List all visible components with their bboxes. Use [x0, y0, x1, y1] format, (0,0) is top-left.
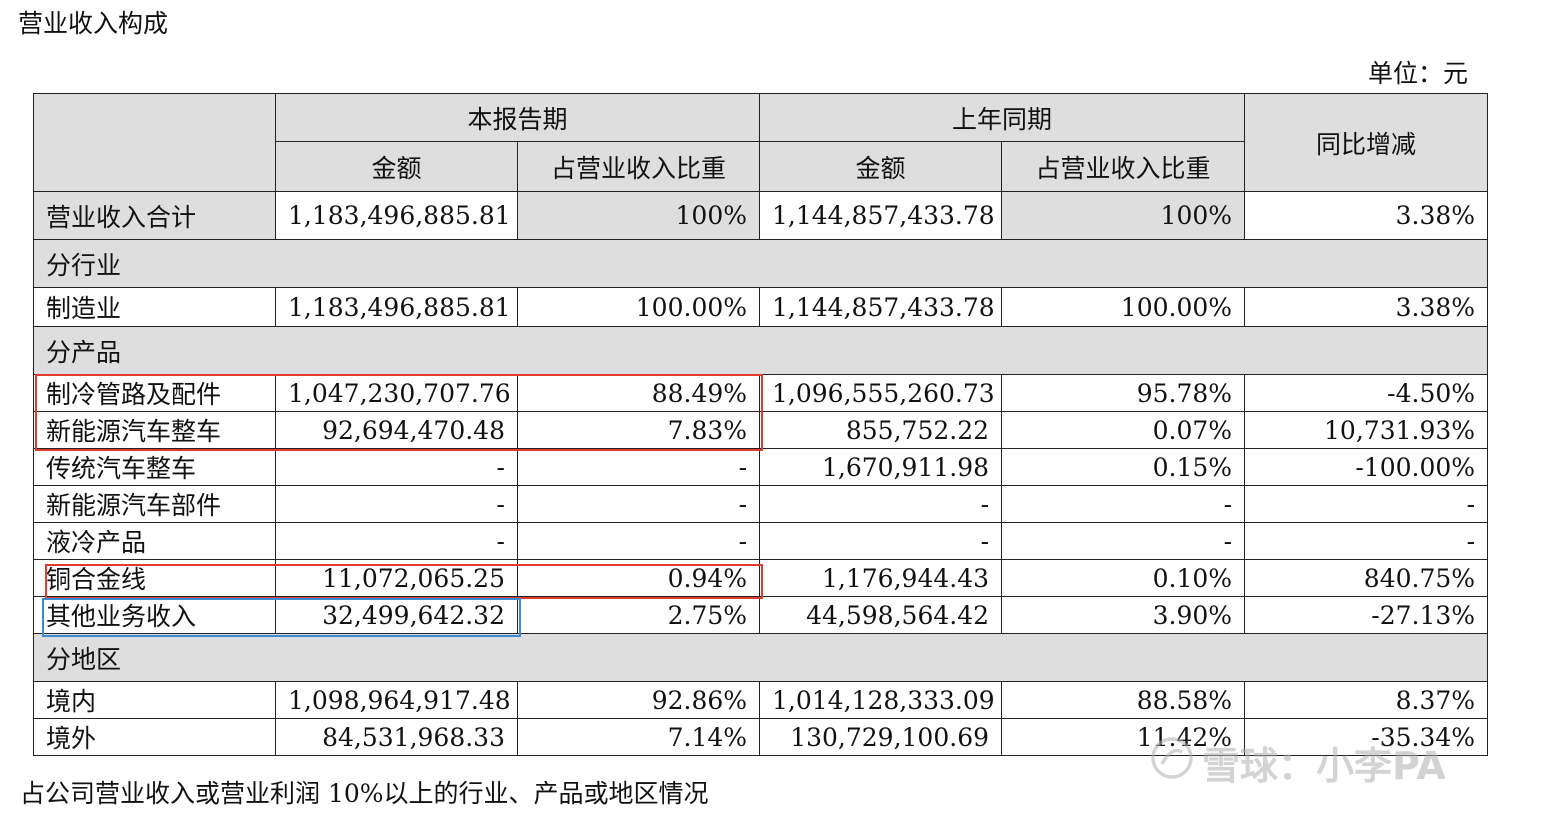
prior-amount-cell: 1,176,944.43	[759, 559, 1003, 597]
prior-amount-cell: 1,014,128,333.09	[759, 681, 1003, 719]
section-row-product: 分产品	[32, 326, 1489, 375]
yoy-cell: 840.75%	[1244, 559, 1489, 597]
header-prior-share: 占营业收入比重	[1001, 141, 1246, 192]
current-amount-cell: -	[275, 448, 518, 486]
current-share-cell: 100.00%	[516, 287, 761, 327]
row-label: 新能源汽车整车	[33, 411, 276, 449]
header-prior-amount: 金额	[759, 141, 1003, 192]
table-row: 其他业务收入 32,499,642.32 2.75% 44,598,564.42…	[33, 596, 1489, 634]
header-blank-cell	[33, 93, 276, 192]
header-current-share: 占营业收入比重	[516, 141, 761, 192]
prior-amount-cell: 44,598,564.42	[759, 596, 1003, 634]
current-share-cell: 2.75%	[516, 596, 761, 634]
table-row: 新能源汽车部件 - - - - -	[33, 485, 1489, 523]
current-share-cell: 92.86%	[516, 681, 761, 719]
current-amount-cell: 11,072,065.25	[275, 559, 518, 597]
yoy-cell: 3.38%	[1244, 191, 1489, 240]
row-label: 液冷产品	[33, 522, 276, 560]
current-share-cell: 7.83%	[516, 411, 761, 449]
prior-amount-cell: 1,670,911.98	[759, 448, 1003, 486]
row-label: 新能源汽车部件	[33, 485, 276, 523]
footnote: 占公司营业收入或营业利润 10%以上的行业、产品或地区情况	[20, 779, 709, 808]
prior-share-cell: 0.10%	[1001, 559, 1246, 597]
yoy-cell: -	[1244, 485, 1489, 523]
current-amount-cell: 92,694,470.48	[275, 411, 518, 449]
row-label: 制冷管路及配件	[33, 374, 276, 412]
prior-share-cell: 88.58%	[1001, 681, 1246, 719]
prior-amount-cell: 1,144,857,433.78	[759, 191, 1003, 240]
prior-amount-cell: -	[759, 485, 1003, 523]
section-row-region: 分地区	[32, 633, 1489, 682]
prior-share-cell: 100%	[1001, 191, 1246, 240]
yoy-cell: -27.13%	[1244, 596, 1489, 634]
current-amount-cell: 84,531,968.33	[275, 718, 518, 756]
table-row: 液冷产品 - - - - -	[33, 522, 1489, 560]
table-row: 铜合金线 11,072,065.25 0.94% 1,176,944.43 0.…	[33, 559, 1489, 597]
revenue-composition-table: 本报告期 上年同期 同比增减 金额 占营业收入比重 金额 占营业收入比重 营业收…	[32, 93, 1489, 756]
row-label: 传统汽车整车	[33, 448, 276, 486]
current-share-cell: -	[516, 448, 761, 486]
row-label: 境内	[33, 681, 276, 719]
section-label: 分地区	[32, 633, 1489, 682]
table-row: 制造业 1,183,496,885.81 100.00% 1,144,857,4…	[33, 287, 1489, 327]
yoy-cell: 10,731.93%	[1244, 411, 1489, 449]
prior-amount-cell: 1,096,555,260.73	[759, 374, 1003, 412]
current-share-cell: -	[516, 522, 761, 560]
snowball-logo-icon	[1150, 736, 1194, 789]
prior-amount-cell: 130,729,100.69	[759, 718, 1003, 756]
current-amount-cell: -	[275, 522, 518, 560]
table-row: 新能源汽车整车 92,694,470.48 7.83% 855,752.22 0…	[33, 411, 1489, 449]
prior-share-cell: -	[1001, 485, 1246, 523]
table-row: 制冷管路及配件 1,047,230,707.76 88.49% 1,096,55…	[33, 374, 1489, 412]
prior-share-cell: 95.78%	[1001, 374, 1246, 412]
prior-amount-cell: -	[759, 522, 1003, 560]
current-share-cell: 0.94%	[516, 559, 761, 597]
prior-share-cell: -	[1001, 522, 1246, 560]
row-label: 制造业	[33, 287, 276, 327]
current-amount-cell: 1,098,964,917.48	[275, 681, 518, 719]
watermark-text: 雪球：小李PA	[1202, 743, 1446, 788]
header-current-period: 本报告期	[274, 93, 761, 142]
current-share-cell: -	[516, 485, 761, 523]
current-amount-cell: 1,183,496,885.81	[275, 191, 518, 240]
prior-share-cell: 3.90%	[1001, 596, 1246, 634]
table-row-total: 营业收入合计 1,183,496,885.81 100% 1,144,857,4…	[33, 191, 1489, 240]
header-yoy: 同比增减	[1244, 93, 1489, 192]
prior-amount-cell: 855,752.22	[759, 411, 1003, 449]
header-prior-period: 上年同期	[759, 93, 1246, 142]
prior-share-cell: 100.00%	[1001, 287, 1246, 327]
prior-amount-cell: 1,144,857,433.78	[759, 287, 1003, 327]
watermark: 雪球：小李PA	[1150, 736, 1446, 789]
current-share-cell: 100%	[516, 191, 761, 240]
unit-label: 单位：元	[1367, 59, 1468, 88]
row-label: 营业收入合计	[33, 191, 276, 240]
yoy-cell: 8.37%	[1244, 681, 1489, 719]
prior-share-cell: 0.07%	[1001, 411, 1246, 449]
row-label: 铜合金线	[33, 559, 276, 597]
current-share-cell: 88.49%	[516, 374, 761, 412]
current-amount-cell: 1,047,230,707.76	[275, 374, 518, 412]
prior-share-cell: 0.15%	[1001, 448, 1246, 486]
row-label: 境外	[33, 718, 276, 756]
table-row: 境内 1,098,964,917.48 92.86% 1,014,128,333…	[33, 681, 1489, 719]
yoy-cell: -4.50%	[1244, 374, 1489, 412]
section-row-industry: 分行业	[32, 239, 1489, 288]
current-amount-cell: -	[275, 485, 518, 523]
table-row: 传统汽车整车 - - 1,670,911.98 0.15% -100.00%	[33, 448, 1489, 486]
current-share-cell: 7.14%	[516, 718, 761, 756]
header-current-amount: 金额	[275, 141, 518, 192]
current-amount-cell: 1,183,496,885.81	[275, 287, 518, 327]
section-label: 分行业	[32, 239, 1489, 288]
yoy-cell: -	[1244, 522, 1489, 560]
section-label: 分产品	[32, 326, 1489, 375]
yoy-cell: -100.00%	[1244, 448, 1489, 486]
yoy-cell: 3.38%	[1244, 287, 1489, 327]
row-label: 其他业务收入	[33, 596, 276, 634]
current-amount-cell: 32,499,642.32	[275, 596, 518, 634]
document-title: 营业收入构成	[18, 9, 169, 38]
